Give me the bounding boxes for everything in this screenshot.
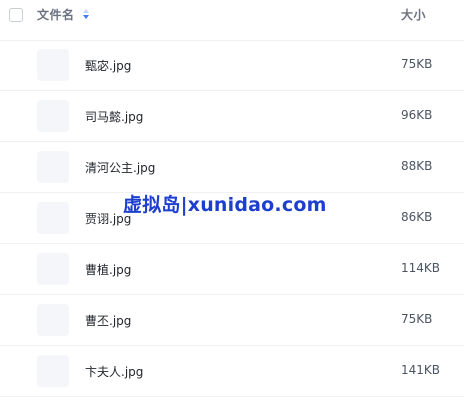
- file-name[interactable]: 清河公主.jpg: [85, 159, 155, 176]
- file-size: 88KB: [401, 159, 433, 173]
- file-size: 75KB: [401, 312, 433, 326]
- table-header: 文件名 大小: [0, 0, 464, 41]
- file-name[interactable]: 司马懿.jpg: [85, 108, 143, 125]
- file-thumbnail: [37, 304, 69, 336]
- file-size: 96KB: [401, 108, 433, 122]
- file-list-page: 文件名 大小 甄宓.jpg 75KB 司马懿.jpg 96KB 清河公主.jpg…: [0, 0, 464, 400]
- file-size: 86KB: [401, 210, 433, 224]
- file-thumbnail: [37, 49, 69, 81]
- table-row[interactable]: 曹丕.jpg 75KB: [0, 295, 464, 346]
- column-header-name[interactable]: 文件名: [37, 6, 75, 23]
- file-name[interactable]: 甄宓.jpg: [85, 57, 131, 74]
- file-thumbnail: [37, 100, 69, 132]
- file-size: 141KB: [401, 363, 441, 377]
- file-thumbnail: [37, 355, 69, 387]
- table-row[interactable]: 曹植.jpg 114KB: [0, 244, 464, 295]
- file-thumbnail: [37, 253, 69, 285]
- column-header-size[interactable]: 大小: [401, 6, 426, 23]
- table-row[interactable]: 甄宓.jpg 75KB: [0, 40, 464, 91]
- file-name[interactable]: 曹丕.jpg: [85, 312, 131, 329]
- file-name[interactable]: 曹植.jpg: [85, 261, 131, 278]
- file-thumbnail: [37, 202, 69, 234]
- select-all-checkbox[interactable]: [9, 8, 23, 22]
- watermark: 虚拟岛|xunidao.com: [123, 194, 327, 216]
- file-name[interactable]: 卞夫人.jpg: [85, 363, 143, 380]
- file-size: 114KB: [401, 261, 441, 275]
- file-thumbnail: [37, 151, 69, 183]
- table-row[interactable]: 卞夫人.jpg 141KB: [0, 346, 464, 397]
- table-row[interactable]: 司马懿.jpg 96KB: [0, 91, 464, 142]
- table-row[interactable]: 清河公主.jpg 88KB: [0, 142, 464, 193]
- file-size: 75KB: [401, 57, 433, 71]
- sort-icon[interactable]: [81, 6, 91, 22]
